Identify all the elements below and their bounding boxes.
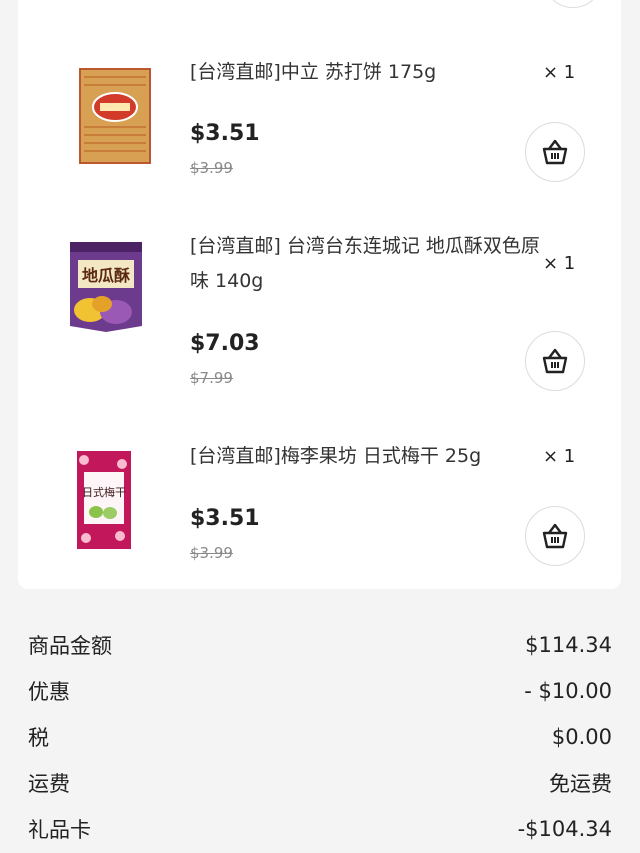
tax-value: $0.00 [551, 725, 612, 749]
shipping-value: 免运费 [549, 772, 612, 796]
subtotal-row: 商品金额 $114.34 [28, 630, 612, 660]
product-title[interactable]: [台湾直邮]梅李果坊 日式梅干 25g [190, 439, 590, 474]
product-image-sweet-potato-crisp[interactable]: 地瓜酥 [66, 238, 146, 334]
shipping-row: 运费 免运费 [28, 768, 612, 798]
product-title[interactable]: [台湾直邮]中立 苏打饼 175g [190, 55, 540, 90]
original-price: $3.99 [190, 159, 233, 177]
giftcard-row: 礼品卡 -$104.34 [28, 814, 612, 844]
quantity: × 1 [543, 253, 576, 274]
product-title[interactable]: [台湾直邮] 台湾台东连城记 地瓜酥双色原味 140g [190, 229, 540, 299]
discount-value: - $10.00 [524, 679, 612, 703]
basket-icon [542, 348, 568, 374]
discount-label: 优惠 [28, 680, 70, 704]
tax-label: 税 [28, 726, 49, 750]
product-image-plum[interactable]: 日式梅干 [76, 450, 132, 550]
product-price: $7.03 [190, 331, 260, 356]
add-to-cart-button[interactable] [525, 122, 585, 182]
add-to-cart-button[interactable] [525, 331, 585, 391]
discount-row: 优惠 - $10.00 [28, 676, 612, 706]
product-image-soda-crackers[interactable] [78, 67, 152, 165]
add-to-cart-button[interactable] [525, 506, 585, 566]
original-price: $7.99 [190, 369, 233, 387]
svg-text:日式梅干: 日式梅干 [82, 485, 126, 499]
basket-icon [542, 139, 568, 165]
add-to-cart-button-prev[interactable] [543, 0, 603, 8]
product-price: $3.51 [190, 506, 260, 531]
svg-text:地瓜酥: 地瓜酥 [82, 266, 130, 285]
quantity: × 1 [543, 62, 576, 83]
subtotal-label: 商品金额 [28, 634, 112, 658]
product-price: $3.51 [190, 121, 260, 146]
quantity: × 1 [543, 446, 576, 467]
cart-item-list: [台湾直邮]中立 苏打饼 175g × 1 $3.51 $3.99 地瓜酥 [台… [18, 0, 621, 589]
giftcard-label: 礼品卡 [28, 818, 91, 842]
original-price: $3.99 [190, 544, 233, 562]
subtotal-value: $114.34 [525, 633, 612, 657]
shipping-label: 运费 [28, 772, 70, 796]
tax-row: 税 $0.00 [28, 722, 612, 752]
basket-icon [542, 523, 568, 549]
giftcard-value: -$104.34 [517, 817, 612, 841]
